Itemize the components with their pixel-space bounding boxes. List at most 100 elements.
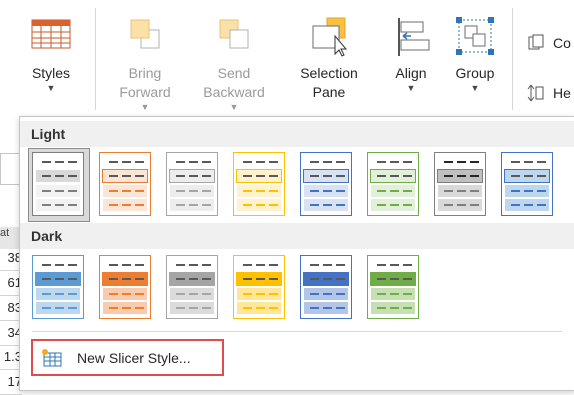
tile-dash xyxy=(243,264,252,266)
group-icon xyxy=(453,16,497,60)
tile-dash xyxy=(457,190,466,192)
tile-dash xyxy=(109,264,118,266)
tile-row xyxy=(36,170,80,182)
height-icon xyxy=(527,84,545,102)
tile-dash xyxy=(390,161,399,163)
tile-dash xyxy=(470,204,479,206)
selection-pane-button[interactable]: Selection Pane xyxy=(292,0,366,112)
slicer-style-tile[interactable] xyxy=(367,255,419,319)
chevron-down-icon: ▼ xyxy=(406,83,416,93)
tile-dash xyxy=(457,204,466,206)
copy-button[interactable]: Co xyxy=(527,34,571,52)
slicer-style-tile[interactable] xyxy=(233,255,285,319)
tile-dash xyxy=(256,293,265,295)
new-slicer-style-button[interactable]: New Slicer Style... xyxy=(31,339,224,376)
tile-dash xyxy=(176,161,185,163)
tile-dash xyxy=(256,204,265,206)
tile-dash xyxy=(269,204,278,206)
tile-dash xyxy=(336,190,345,192)
tile-dash xyxy=(390,204,399,206)
bring-forward-icon xyxy=(123,16,167,60)
tile-dash xyxy=(135,264,144,266)
tile-dash xyxy=(243,278,252,280)
tile-dash xyxy=(377,264,386,266)
tile-dash xyxy=(336,264,345,266)
slicer-style-tile[interactable] xyxy=(32,255,84,319)
light-section-heading: Light xyxy=(20,121,574,147)
slicer-style-tile[interactable] xyxy=(434,152,486,216)
slicer-style-tile[interactable] xyxy=(99,255,151,319)
tile-dash xyxy=(122,264,131,266)
chevron-down-icon: ▼ xyxy=(470,83,480,93)
tile-dash xyxy=(403,278,412,280)
align-button[interactable]: Align ▼ xyxy=(384,0,438,112)
tile-dash xyxy=(336,293,345,295)
tile-dash xyxy=(68,264,77,266)
slicer-styles-gallery: Light Dark New Slicer Style... xyxy=(19,116,574,391)
tile-row xyxy=(304,199,348,211)
tile-dash xyxy=(444,175,453,177)
align-label: Align xyxy=(395,65,427,81)
ribbon-divider xyxy=(95,8,96,110)
tile-dash xyxy=(470,190,479,192)
tile-dash xyxy=(122,278,131,280)
tile-row xyxy=(504,169,550,183)
tile-row xyxy=(170,288,214,300)
tile-dash xyxy=(537,204,546,206)
tile-dash xyxy=(243,204,252,206)
tile-dash xyxy=(135,307,144,309)
tile-dash xyxy=(135,293,144,295)
bring-forward-button[interactable]: Bring Forward ▼ xyxy=(110,0,180,112)
tile-dash xyxy=(269,190,278,192)
tile-row xyxy=(371,288,415,300)
slicer-style-tile[interactable] xyxy=(300,255,352,319)
tile-dash xyxy=(243,293,252,295)
tile-dash xyxy=(135,204,144,206)
tile-dash xyxy=(42,264,51,266)
group-button[interactable]: Group ▼ xyxy=(448,0,502,112)
slicer-style-tile[interactable] xyxy=(166,255,218,319)
tile-row xyxy=(170,199,214,211)
tile-dash xyxy=(176,293,185,295)
slicer-style-tile[interactable] xyxy=(300,152,352,216)
styles-button[interactable]: Styles ▼ xyxy=(20,0,82,112)
slicer-style-tile[interactable] xyxy=(233,152,285,216)
tile-row xyxy=(170,185,214,197)
tile-dash xyxy=(310,190,319,192)
tile-dash xyxy=(269,264,278,266)
tile-dash xyxy=(256,161,265,163)
tile-row xyxy=(505,156,549,168)
chevron-down-icon: ▼ xyxy=(229,102,239,112)
tile-row xyxy=(438,156,482,168)
tile-dash xyxy=(323,190,332,192)
tile-row xyxy=(36,288,80,300)
tile-dash xyxy=(457,175,466,177)
tile-dash xyxy=(524,161,533,163)
tile-row xyxy=(437,169,483,183)
send-backward-button[interactable]: Send Backward ▼ xyxy=(196,0,272,112)
tile-dash xyxy=(122,161,131,163)
tile-row xyxy=(36,259,80,271)
new-style-icon xyxy=(41,348,63,368)
slicer-style-tile[interactable] xyxy=(99,152,151,216)
tile-dash xyxy=(55,161,64,163)
tile-dash xyxy=(470,175,479,177)
tile-row xyxy=(370,272,416,286)
slicer-style-tile[interactable] xyxy=(367,152,419,216)
slicer-style-tile[interactable] xyxy=(32,152,84,216)
tile-dash xyxy=(310,204,319,206)
chevron-down-icon: ▼ xyxy=(140,102,150,112)
tile-row xyxy=(169,272,215,286)
tile-dash xyxy=(256,278,265,280)
tile-dash xyxy=(55,264,64,266)
slicer-style-tile[interactable] xyxy=(501,152,553,216)
tile-dash xyxy=(403,293,412,295)
tile-dash xyxy=(269,175,278,177)
group-label: Group xyxy=(455,65,495,81)
tile-row xyxy=(371,156,415,168)
slicer-style-tile[interactable] xyxy=(166,152,218,216)
tile-dash xyxy=(55,204,64,206)
tile-row xyxy=(303,272,349,286)
height-button[interactable]: He xyxy=(527,84,571,102)
tile-row xyxy=(103,302,147,314)
